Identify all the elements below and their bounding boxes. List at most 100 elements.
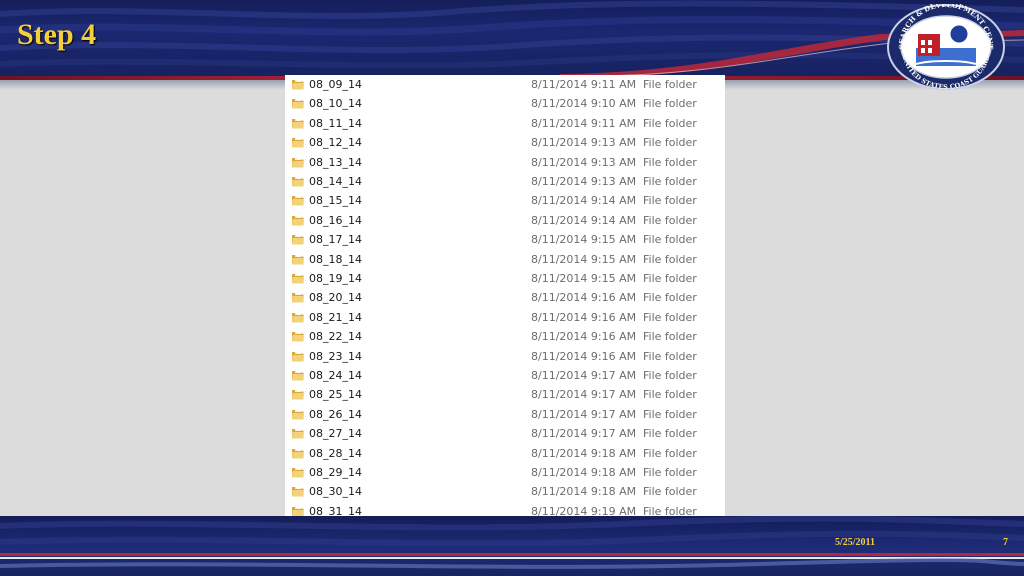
folder-row[interactable]: 08_10_14 8/11/2014 9:10 AM File folder — [285, 94, 725, 113]
folder-type: File folder — [643, 427, 697, 441]
folder-row[interactable]: 08_09_14 8/11/2014 9:11 AM File folder — [285, 75, 725, 94]
folder-date-modified: 8/11/2014 9:16 AM — [531, 349, 637, 363]
folder-icon — [292, 137, 304, 148]
folder-name: 08_25_14 — [309, 388, 362, 402]
folder-type: File folder — [643, 213, 697, 227]
folder-name: 08_11_14 — [309, 116, 362, 130]
folder-name: 08_28_14 — [309, 446, 362, 460]
folder-name: 08_20_14 — [309, 291, 362, 305]
folder-name: 08_30_14 — [309, 485, 362, 499]
folder-row[interactable]: 08_30_14 8/11/2014 9:18 AM File folder — [285, 482, 725, 501]
folder-type: File folder — [643, 116, 697, 130]
folder-date-modified: 8/11/2014 9:15 AM — [531, 252, 637, 266]
folder-row[interactable]: 08_12_14 8/11/2014 9:13 AM File folder — [285, 133, 725, 152]
folder-row[interactable]: 08_15_14 8/11/2014 9:14 AM File folder — [285, 191, 725, 210]
folder-icon — [292, 79, 304, 90]
folder-name: 08_17_14 — [309, 233, 362, 247]
folder-name: 08_12_14 — [309, 136, 362, 150]
folder-icon — [292, 234, 304, 245]
folder-type: File folder — [643, 252, 697, 266]
folder-row[interactable]: 08_20_14 8/11/2014 9:16 AM File folder — [285, 288, 725, 307]
folder-type: File folder — [643, 466, 697, 479]
folder-row[interactable]: 08_21_14 8/11/2014 9:16 AM File folder — [285, 308, 725, 327]
folder-row[interactable]: 08_14_14 8/11/2014 9:13 AM File folder — [285, 172, 725, 191]
folder-type: File folder — [643, 97, 697, 111]
folder-row[interactable]: 08_13_14 8/11/2014 9:13 AM File folder — [285, 153, 725, 172]
folder-name: 08_27_14 — [309, 427, 362, 441]
folder-icon — [292, 331, 304, 342]
folder-icon — [292, 195, 304, 206]
folder-name: 08_21_14 — [309, 310, 362, 324]
folder-icon — [292, 408, 304, 420]
folder-row[interactable]: 08_22_14 8/11/2014 9:16 AM File folder — [285, 327, 725, 346]
folder-icon — [292, 467, 304, 478]
folder-row[interactable]: 08_17_14 8/11/2014 9:15 AM File folder — [285, 230, 725, 249]
folder-date-modified: 8/11/2014 9:16 AM — [531, 330, 637, 344]
folder-row[interactable]: 08_18_14 8/11/2014 9:15 AM File folder — [285, 250, 725, 269]
folder-date-modified: 8/11/2014 9:16 AM — [531, 310, 637, 324]
folder-date-modified: 8/11/2014 9:18 AM — [531, 446, 637, 460]
folder-name: 08_14_14 — [309, 175, 362, 188]
folder-date-modified: 8/11/2014 9:18 AM — [531, 466, 637, 479]
folder-icon — [292, 292, 304, 303]
folder-type: File folder — [643, 233, 697, 247]
slide-date: 5/25/2011 — [835, 537, 876, 548]
folder-row[interactable]: 08_19_14 8/11/2014 9:15 AM File folder — [285, 269, 725, 288]
folder-date-modified: 8/11/2014 9:18 AM — [531, 485, 637, 499]
folder-date-modified: 8/11/2014 9:13 AM — [531, 136, 637, 150]
folder-date-modified: 8/11/2014 9:16 AM — [531, 291, 637, 305]
folder-name: 08_22_14 — [309, 330, 362, 344]
folder-row[interactable]: 08_28_14 8/11/2014 9:18 AM File folder — [285, 444, 725, 463]
folder-icon — [292, 273, 304, 284]
folder-date-modified: 8/11/2014 9:17 AM — [531, 427, 637, 441]
header-wave-decoration — [0, 0, 1024, 78]
folder-icon — [292, 156, 304, 168]
folder-list: 08_09_14 8/11/2014 9:11 AM File folder 08_1… — [285, 75, 725, 550]
folder-date-modified: 8/11/2014 9:17 AM — [531, 388, 637, 402]
folder-name: 08_23_14 — [309, 349, 362, 363]
folder-row[interactable]: 08_11_14 8/11/2014 9:11 AM File folder — [285, 114, 725, 133]
folder-date-modified: 8/11/2014 9:15 AM — [531, 272, 637, 285]
folder-icon — [292, 98, 304, 109]
folder-name: 08_18_14 — [309, 252, 362, 266]
folder-icon — [292, 486, 304, 497]
folder-type: File folder — [643, 310, 697, 324]
folder-icon — [292, 350, 304, 362]
coast-guard-seal-logo: RESEARCH & DEVELOPMENT CENTER UNITED STA… — [886, 4, 1005, 90]
folder-name: 08_13_14 — [309, 155, 362, 169]
folder-type: File folder — [643, 175, 697, 188]
folder-type: File folder — [643, 388, 697, 402]
folder-row[interactable]: 08_27_14 8/11/2014 9:17 AM File folder — [285, 424, 725, 443]
folder-type: File folder — [643, 291, 697, 305]
folder-type: File folder — [643, 194, 697, 208]
folder-name: 08_09_14 — [309, 78, 362, 91]
folder-icon — [292, 447, 304, 459]
folder-type: File folder — [643, 330, 697, 344]
folder-row[interactable]: 08_29_14 8/11/2014 9:18 AM File folder — [285, 463, 725, 482]
slide-footer: 5/25/2011 7 — [0, 516, 1024, 576]
folder-type: File folder — [643, 446, 697, 460]
folder-row[interactable]: 08_25_14 8/11/2014 9:17 AM File folder — [285, 385, 725, 404]
folder-date-modified: 8/11/2014 9:10 AM — [531, 97, 637, 111]
folder-row[interactable]: 08_16_14 8/11/2014 9:14 AM File folder — [285, 211, 725, 230]
folder-name: 08_26_14 — [309, 407, 362, 421]
folder-date-modified: 8/11/2014 9:13 AM — [531, 155, 637, 169]
folder-date-modified: 8/11/2014 9:14 AM — [531, 194, 637, 208]
folder-row[interactable]: 08_24_14 8/11/2014 9:17 AM File folder — [285, 366, 725, 385]
folder-date-modified: 8/11/2014 9:14 AM — [531, 213, 637, 227]
slide-page-number: 7 — [1003, 537, 1008, 548]
folder-row[interactable]: 08_23_14 8/11/2014 9:16 AM File folder — [285, 347, 725, 366]
folder-name: 08_24_14 — [309, 369, 362, 382]
folder-icon — [292, 117, 304, 129]
folder-date-modified: 8/11/2014 9:11 AM — [531, 116, 637, 130]
folder-date-modified: 8/11/2014 9:13 AM — [531, 175, 637, 188]
folder-name: 08_29_14 — [309, 466, 362, 479]
folder-date-modified: 8/11/2014 9:17 AM — [531, 407, 637, 421]
folder-name: 08_15_14 — [309, 194, 362, 208]
folder-icon — [292, 428, 304, 439]
folder-icon — [292, 370, 304, 381]
folder-type: File folder — [643, 272, 697, 285]
folder-row[interactable]: 08_26_14 8/11/2014 9:17 AM File folder — [285, 405, 725, 424]
folder-name: 08_10_14 — [309, 97, 362, 111]
folder-type: File folder — [643, 369, 697, 382]
